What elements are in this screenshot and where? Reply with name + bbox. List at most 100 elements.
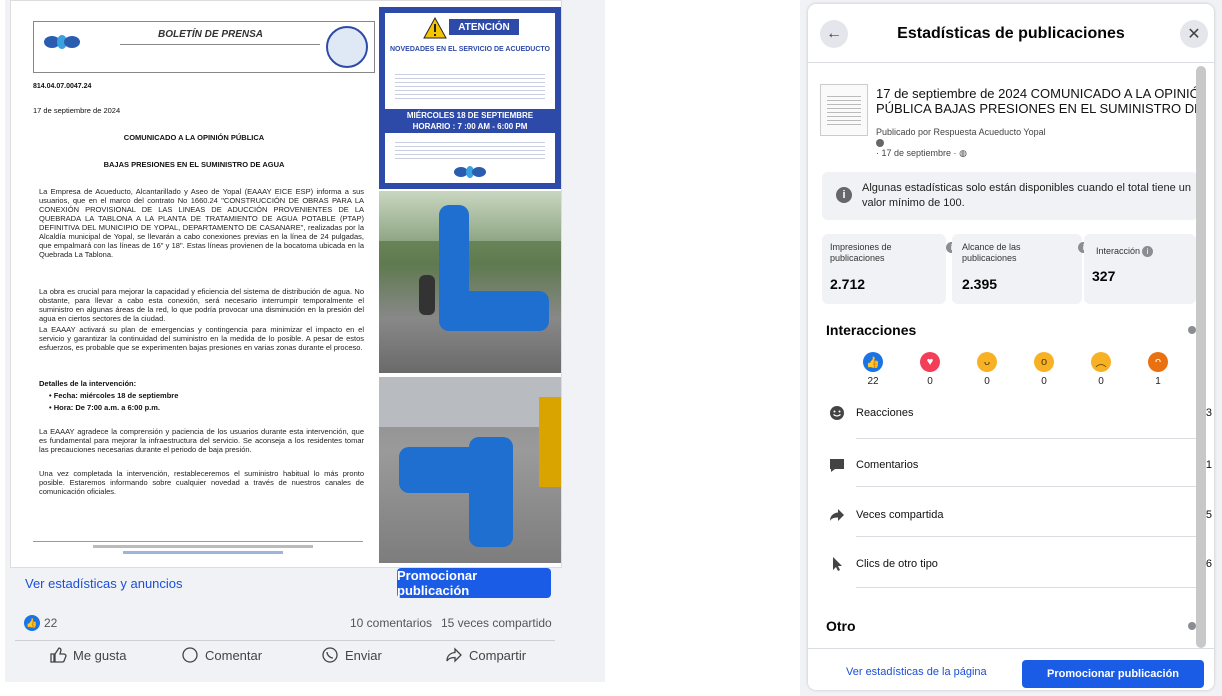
send-button-label: Enviar	[345, 647, 382, 663]
other-heading: Otro	[826, 618, 856, 634]
reaction-count[interactable]: 22	[44, 616, 57, 630]
reaction-like: 👍 22	[858, 352, 888, 387]
divider	[15, 640, 555, 641]
metric-label: Interacción	[1096, 246, 1141, 256]
post-title-line: PÚBLICA BAJAS PRESIONES EN EL SUMINISTRO…	[876, 101, 1198, 116]
divider	[856, 438, 1196, 439]
company-logo	[42, 32, 82, 54]
divider	[856, 486, 1196, 487]
document-header: BOLETÍN DE PRENSA	[33, 21, 375, 73]
like-reaction-icon: 👍	[24, 615, 40, 631]
published-by: Publicado por Respuesta Acueducto Yopal	[876, 127, 1046, 137]
info-text: Algunas estadísticas solo están disponib…	[862, 182, 1191, 209]
stat-value: 1	[1205, 459, 1212, 471]
notice-title: NOVEDADES EN EL SERVICIO DE ACUEDUCTO	[390, 46, 550, 53]
stat-label: Veces compartida	[856, 509, 944, 521]
document-paragraph: La Empresa de Acueducto, Alcantarillado …	[39, 187, 364, 259]
reaction-haha: ᴗ0	[972, 352, 1002, 387]
comment-button[interactable]: Comentar	[181, 646, 262, 664]
close-icon: ✕	[1187, 26, 1201, 43]
stat-row-other-clicks[interactable]: Clics de otro tipo 76	[828, 549, 1212, 579]
detail-time: • Hora: De 7:00 a.m. a 6:00 p.m.	[49, 403, 161, 412]
info-notice: i Algunas estadísticas solo están dispon…	[822, 172, 1198, 220]
document-paragraph: Una vez completada la intervención, rest…	[39, 469, 364, 496]
published-date-text: · 17 de septiembre ·	[876, 148, 957, 158]
metric-value: 327	[1092, 268, 1116, 284]
share-icon	[446, 647, 462, 663]
notice-badge: ATENCIÓN	[449, 19, 519, 35]
like-button-label: Me gusta	[73, 647, 127, 663]
notice-hours: HORARIO : 7 :00 AM - 6:00 PM	[412, 122, 528, 131]
view-page-stats-link[interactable]: Ver estadísticas de la página	[846, 666, 987, 678]
info-icon[interactable]	[1188, 326, 1196, 334]
reaction-love: ♥ 0	[915, 352, 945, 387]
audience-icon	[876, 139, 884, 147]
reaction-count: 0	[984, 376, 990, 387]
like-button[interactable]: Me gusta	[49, 646, 126, 664]
reaction-sad: ︵ 0	[1086, 352, 1116, 387]
notice-footer-text	[395, 139, 545, 161]
document-footer-links	[123, 551, 283, 554]
reaction-count: 0	[1098, 376, 1104, 387]
comment-icon	[828, 456, 846, 474]
heart-icon: ♥	[920, 352, 940, 372]
post-image[interactable]: BOLETÍN DE PRENSA 814.04.07.0047.24 17 d…	[10, 0, 562, 568]
surprised-face-icon: o	[1034, 352, 1054, 372]
municipal-seal	[326, 26, 368, 68]
pipe-photo	[379, 377, 561, 563]
info-icon[interactable]	[1188, 622, 1196, 630]
promote-post-button[interactable]: Promocionar publicación	[397, 568, 551, 598]
scrollbar[interactable]	[1196, 66, 1206, 648]
warning-icon	[423, 16, 447, 39]
metric-label: Impresiones de publicaciones	[830, 242, 892, 263]
whatsapp-icon	[322, 647, 338, 663]
reaction-count: 0	[1041, 376, 1047, 387]
notice-inner: ATENCIÓN NOVEDADES EN EL SERVICIO DE ACU…	[379, 13, 561, 183]
info-icon: i	[836, 187, 852, 203]
notice-panel: ATENCIÓN NOVEDADES EN EL SERVICIO DE ACU…	[379, 7, 561, 189]
reaction-count: 1	[1155, 376, 1161, 387]
document-heading: COMUNICADO A LA OPINIÓN PÚBLICA	[123, 133, 265, 142]
reaction-count: 0	[927, 376, 933, 387]
post-thumbnail[interactable]	[820, 84, 868, 136]
document-footer	[93, 545, 313, 548]
divider	[856, 536, 1196, 537]
share-button[interactable]: Compartir	[445, 646, 526, 664]
globe-icon: ◍	[959, 148, 967, 158]
detail-date-text: Fecha: miércoles 18 de septiembre	[53, 391, 179, 400]
metric-value: 2.712	[830, 276, 866, 292]
published-date: · 17 de septiembre · ◍	[876, 148, 967, 159]
info-icon[interactable]: i	[1142, 246, 1153, 257]
metric-value: 2.395	[962, 276, 998, 292]
stat-row-comments[interactable]: Comentarios 1	[828, 450, 1212, 480]
comments-count[interactable]: 10 comentarios	[350, 616, 432, 630]
laughing-face-icon: ᴗ	[977, 352, 997, 372]
thumbs-up-icon	[50, 647, 67, 663]
document-subheading: BAJAS PRESIONES EN EL SUMINISTRO DE AGUA	[103, 160, 285, 169]
send-button[interactable]: Enviar	[321, 646, 382, 664]
details-title: Detalles de la intervención:	[39, 379, 137, 388]
post-title-line: 17 de septiembre de 2024 COMUNICADO A LA…	[876, 86, 1198, 101]
document-nit: 814.04.07.0047.24	[33, 83, 92, 90]
divider	[856, 587, 1196, 588]
notice-schedule: MIÉRCOLES 18 DE SEPTIEMBRE HORARIO : 7 :…	[379, 109, 561, 133]
angry-face-icon: ᴖ	[1148, 352, 1168, 372]
share-button-label: Compartir	[469, 647, 527, 663]
close-button[interactable]: ✕	[1180, 20, 1208, 48]
reaction-count: 22	[867, 376, 879, 387]
stat-row-shares[interactable]: Veces compartida 15	[828, 500, 1212, 530]
document-date: 17 de septiembre de 2024	[33, 106, 121, 115]
view-stats-link[interactable]: Ver estadísticas y anuncios	[25, 576, 183, 591]
post-title[interactable]: 17 de septiembre de 2024 COMUNICADO A LA…	[876, 86, 1198, 116]
reaction-angry: ᴖ1	[1143, 352, 1173, 387]
metric-impressions: Impresiones de publicaciones 2.712	[822, 234, 946, 304]
metric-label: Alcance de las publicaciones	[962, 242, 1021, 263]
company-logo	[453, 165, 487, 179]
promote-post-button[interactable]: Promocionar publicación	[1022, 660, 1204, 688]
stat-row-reactions[interactable]: Reacciones 23	[828, 398, 1212, 428]
shares-count[interactable]: 15 veces compartido	[441, 616, 552, 630]
stat-label: Comentarios	[856, 459, 919, 471]
reaction-wow: o0	[1029, 352, 1059, 387]
document-paragraph: La obra es crucial para mejorar la capac…	[39, 287, 364, 323]
document-footer-line	[33, 541, 363, 542]
